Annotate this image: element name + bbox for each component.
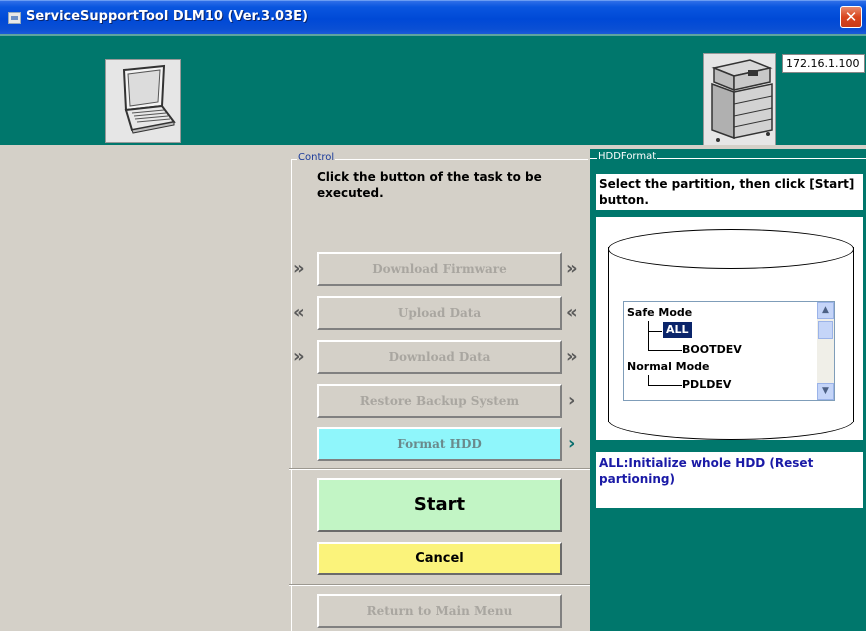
double-chevron-right-icon: » [293, 346, 305, 367]
chevron-right-icon: › [568, 433, 576, 454]
window-title: ServiceSupportTool DLM10 (Ver.3.03E) [26, 9, 308, 24]
tree-connector [648, 385, 682, 386]
scroll-thumb[interactable] [818, 321, 833, 339]
tree-item-pdldev[interactable]: PDLDEV [682, 377, 731, 393]
divider [289, 584, 590, 586]
download-data-button[interactable]: Download Data [317, 340, 562, 374]
control-instruction: Click the button of the task to be execu… [317, 170, 542, 200]
restore-backup-system-button[interactable]: Restore Backup System [317, 384, 562, 418]
tree-item-normal-mode[interactable]: Normal Mode [627, 359, 710, 375]
return-to-main-menu-button[interactable]: Return to Main Menu [317, 594, 562, 628]
double-chevron-right-icon: » [566, 258, 578, 279]
double-chevron-right-icon: » [566, 346, 578, 367]
scroll-up-button[interactable]: ▲ [817, 302, 834, 319]
tree-connector [648, 321, 649, 351]
divider [289, 468, 590, 470]
header-band: 172.16.1.100 [0, 34, 866, 146]
tree-item-safe-mode[interactable]: Safe Mode [627, 305, 692, 321]
chevron-up-icon: ▲ [822, 305, 829, 315]
laptop-icon [105, 59, 181, 143]
control-panel: Control Click the button of the task to … [289, 149, 590, 631]
partition-tree[interactable]: Safe Mode ALL BOOTDEV Normal Mode PDLDEV… [623, 301, 835, 401]
application-window: ServiceSupportTool DLM10 (Ver.3.03E) ✕ 1… [0, 0, 866, 631]
chevron-right-icon: › [568, 390, 576, 411]
hdd-instruction: Select the partition, then click [Start]… [596, 174, 863, 210]
double-chevron-left-icon: « [566, 302, 578, 323]
app-icon [8, 12, 21, 24]
close-button[interactable]: ✕ [840, 6, 862, 28]
upload-data-button[interactable]: Upload Data [317, 296, 562, 330]
double-chevron-right-icon: » [293, 258, 305, 279]
tree-connector [648, 375, 649, 385]
double-chevron-left-icon: « [293, 302, 305, 323]
tree-item-all[interactable]: ALL [663, 322, 692, 338]
tree-connector [648, 331, 662, 332]
hdd-format-legend: HDDFormat [597, 151, 658, 162]
start-button[interactable]: Start [317, 478, 562, 532]
printer-icon [703, 53, 776, 146]
control-legend: Control [297, 152, 336, 163]
hdd-format-panel: HDDFormat Select the partition, then cli… [590, 149, 866, 631]
close-icon: ✕ [844, 8, 858, 26]
download-firmware-button[interactable]: Download Firmware [317, 252, 562, 286]
chevron-down-icon: ▼ [822, 386, 829, 396]
format-hdd-button[interactable]: Format HDD [317, 427, 562, 461]
cancel-button[interactable]: Cancel [317, 542, 562, 575]
left-area [0, 149, 289, 631]
title-bar: ServiceSupportTool DLM10 (Ver.3.03E) ✕ [0, 0, 866, 34]
tree-connector [648, 350, 682, 351]
ip-address-label: 172.16.1.100 [782, 54, 865, 73]
disk-cylinder-top [608, 229, 854, 269]
tree-scrollbar[interactable]: ▲ ▼ [817, 302, 834, 400]
tree-item-bootdev[interactable]: BOOTDEV [682, 342, 742, 358]
partition-description: ALL:Initialize whole HDD (Reset partioni… [596, 452, 863, 508]
scroll-down-button[interactable]: ▼ [817, 383, 834, 400]
